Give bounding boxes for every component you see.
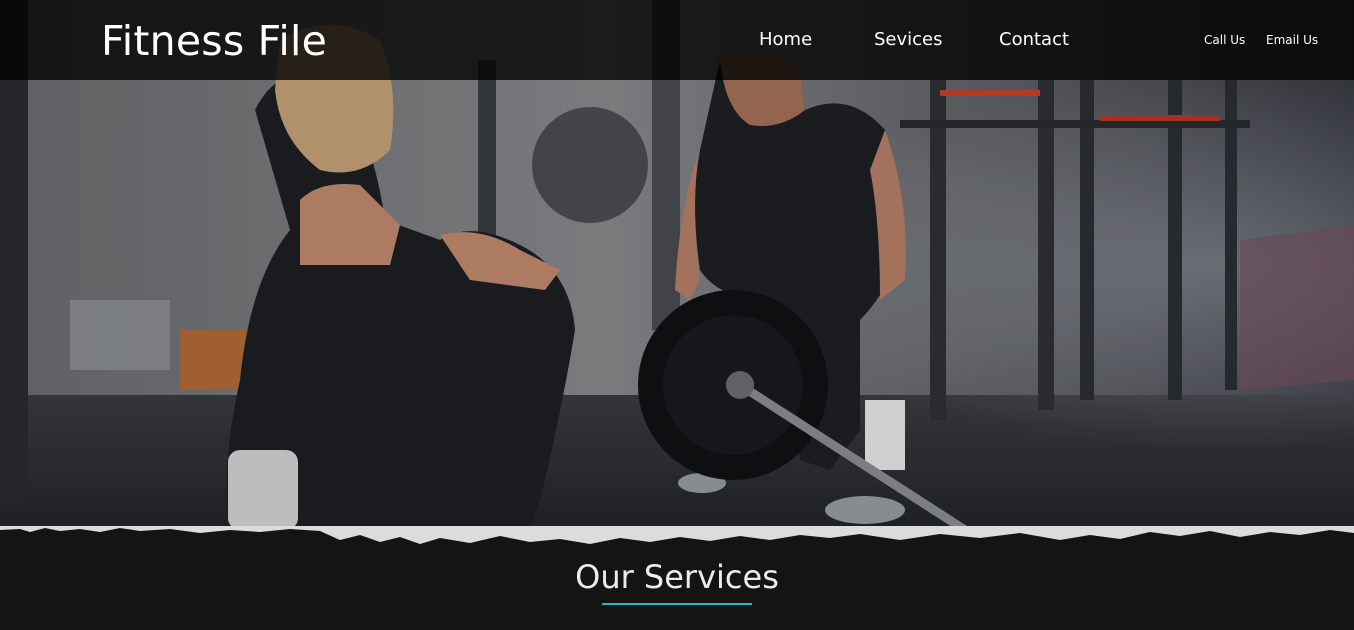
torn-edge-divider (0, 526, 1354, 556)
call-us-link[interactable]: Call Us (1204, 33, 1245, 48)
services-heading: Our Services (575, 558, 779, 596)
services-heading-underline (602, 603, 752, 605)
nav-services-link[interactable]: Sevices (874, 29, 943, 51)
email-us-link[interactable]: Email Us (1266, 33, 1318, 48)
site-logo[interactable]: Fitness File (101, 16, 327, 66)
nav-home-link[interactable]: Home (759, 29, 812, 51)
nav-contact-link[interactable]: Contact (999, 29, 1069, 51)
site-header: Fitness File Home Sevices Contact Call U… (0, 0, 1354, 80)
